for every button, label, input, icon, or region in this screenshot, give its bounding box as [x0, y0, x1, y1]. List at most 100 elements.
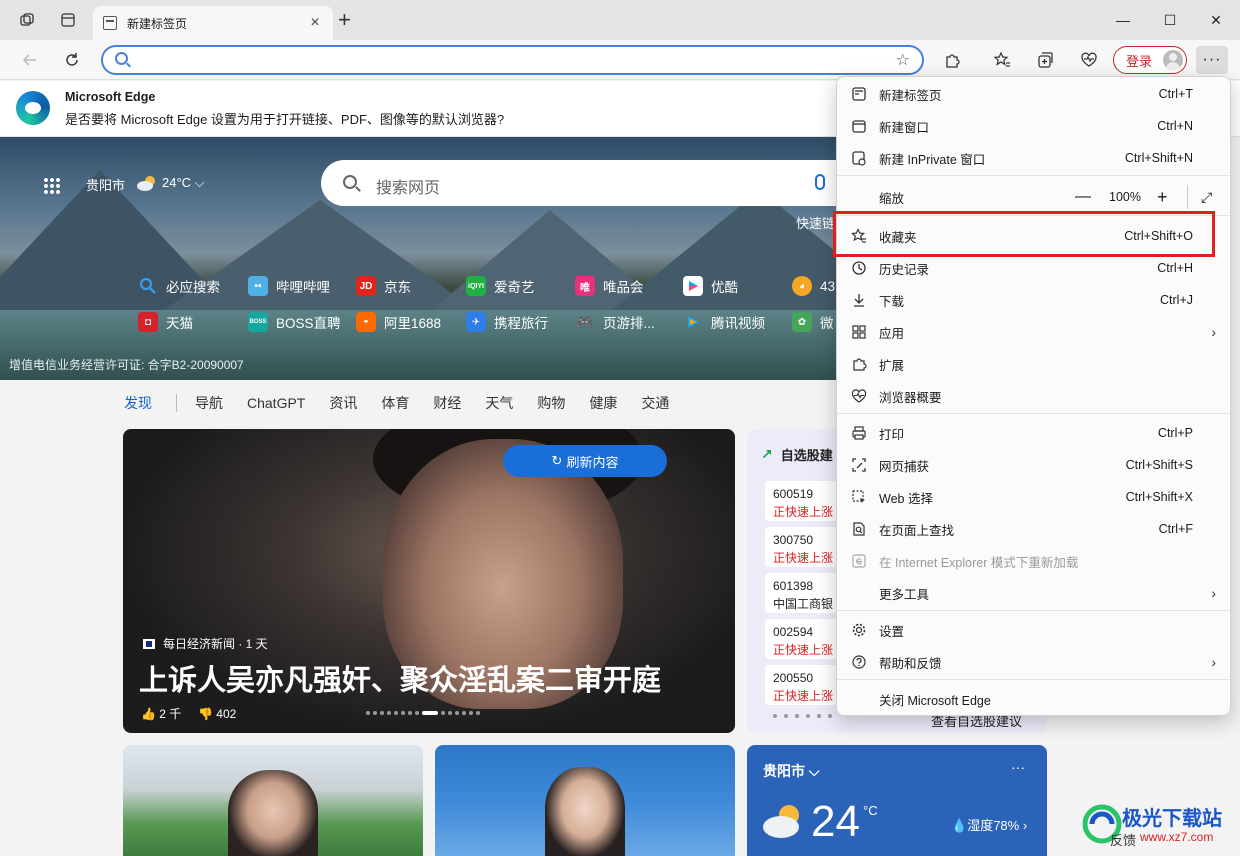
- tab-sports[interactable]: 体育: [381, 393, 409, 413]
- menu-item-close-edge[interactable]: 关闭 Microsoft Edge: [837, 683, 1230, 715]
- menu-item-new-inprivate[interactable]: 新建 InPrivate 窗口 Ctrl+Shift+N: [837, 142, 1230, 174]
- feedback-button[interactable]: 反馈: [1110, 830, 1136, 849]
- menu-item-web-select[interactable]: Web 选择 Ctrl+Shift+X: [837, 481, 1230, 513]
- article-headline[interactable]: 上诉人吴亦凡强奸、聚众淫乱案二审开庭: [139, 657, 661, 699]
- partly-cloudy-icon: [137, 176, 155, 191]
- menu-item-new-window[interactable]: 新建窗口 Ctrl+N: [837, 110, 1230, 142]
- menu-item-settings[interactable]: 设置: [837, 614, 1230, 646]
- login-button[interactable]: 登录: [1113, 46, 1187, 74]
- tab-health[interactable]: 健康: [589, 393, 617, 413]
- weather-card-city[interactable]: 贵阳市 ⌵: [763, 761, 820, 781]
- add-favorite-icon[interactable]: ☆: [896, 50, 910, 70]
- zoom-out-button[interactable]: —: [1075, 188, 1091, 206]
- quick-link-bilibili[interactable]: •• 哔哩哔哩: [248, 275, 330, 297]
- tab-news[interactable]: 资讯: [329, 393, 357, 413]
- headline-card[interactable]: ↻ 刷新内容 每日经济新闻 · 1 天 上诉人吴亦凡强奸、聚众淫乱案二审开庭 👍…: [123, 429, 735, 733]
- quick-link-ctrip[interactable]: ✈ 携程旅行: [466, 311, 548, 333]
- weather-card[interactable]: 贵阳市 ⌵ ··· 24 °C 💧湿度78% ›: [747, 745, 1047, 856]
- quick-link-boss[interactable]: BOSS BOSS直聘: [248, 311, 341, 333]
- quick-link-tencent-video[interactable]: 腾讯视频: [683, 311, 765, 333]
- like-icon[interactable]: 👍: [141, 707, 156, 721]
- new-tab-button[interactable]: +: [338, 9, 351, 31]
- extensions-icon[interactable]: [938, 48, 966, 72]
- quick-link-webgames[interactable]: 🎮 页游排...: [575, 311, 654, 333]
- menu-item-extensions[interactable]: 扩展: [837, 348, 1230, 380]
- back-icon[interactable]: [16, 48, 44, 72]
- address-input[interactable]: [135, 50, 875, 70]
- tab-new-tab[interactable]: 新建标签页 ×: [93, 6, 333, 40]
- print-icon: [850, 424, 868, 442]
- web-search-box[interactable]: 搜索网页: [321, 160, 836, 206]
- menu-item-browser-essentials[interactable]: 浏览器概要: [837, 380, 1230, 412]
- carousel-dots[interactable]: [366, 711, 480, 715]
- menu-item-shortcut: Ctrl+Shift+X: [1125, 490, 1193, 504]
- menu-item-label: 新建标签页: [879, 88, 942, 103]
- ctrip-icon: ✈: [466, 312, 486, 332]
- extensions-icon: [850, 355, 868, 373]
- favorites-icon[interactable]: [988, 48, 1016, 72]
- quick-link-tmall[interactable]: ◘ 天猫: [138, 311, 193, 333]
- settings-and-more-button[interactable]: ···: [1196, 46, 1228, 74]
- address-bar[interactable]: ☆: [101, 45, 924, 75]
- quick-link-label: 哔哩哔哩: [276, 280, 330, 295]
- minimize-button[interactable]: —: [1103, 8, 1143, 32]
- weather-city[interactable]: 贵阳市: [86, 175, 125, 194]
- quick-link-wei[interactable]: ✿ 微: [792, 311, 834, 333]
- tab-traffic[interactable]: 交通: [641, 393, 669, 413]
- workspaces-icon[interactable]: [17, 10, 37, 30]
- news-card-image[interactable]: [435, 745, 735, 856]
- hero-background: 贵阳市 24°C ⌵ 搜索网页 快速链 必应搜索 •• 哔哩哔哩 JD 京东 i…: [0, 137, 836, 380]
- watermark-name: 极光下载站: [1122, 808, 1222, 830]
- menu-item-label: 应用: [879, 326, 905, 341]
- tab-navigation[interactable]: 导航: [195, 393, 223, 413]
- menu-item-new-tab[interactable]: 新建标签页 Ctrl+T: [837, 78, 1230, 110]
- quick-link-1688[interactable]: ◓ 阿里1688: [356, 311, 441, 333]
- tab-chatgpt[interactable]: ChatGPT: [247, 395, 305, 411]
- menu-item-shortcut: Ctrl+H: [1157, 261, 1193, 275]
- quick-links-label[interactable]: 快速链: [796, 213, 835, 232]
- quick-link-iqiyi[interactable]: iQIYI 爱奇艺: [466, 275, 535, 297]
- refresh-content-button[interactable]: ↻ 刷新内容: [503, 445, 667, 477]
- apps-grid-icon[interactable]: [43, 177, 61, 195]
- maximize-button[interactable]: ☐: [1150, 8, 1190, 32]
- quick-link-label: 唯品会: [603, 280, 644, 295]
- microphone-icon[interactable]: [815, 174, 825, 190]
- refresh-icon[interactable]: [58, 48, 86, 72]
- find-on-page-icon: [850, 520, 868, 538]
- tab-close-icon[interactable]: ×: [307, 14, 323, 32]
- feed-nav: 发现 导航 ChatGPT 资讯 体育 财经 天气 购物 健康 交通: [124, 391, 693, 415]
- dislike-icon[interactable]: 👎: [198, 707, 213, 721]
- search-icon: [115, 52, 128, 65]
- tab-finance[interactable]: 财经: [433, 393, 461, 413]
- weather-more-icon[interactable]: ···: [1011, 759, 1025, 775]
- quick-link-youku[interactable]: 优酷: [683, 275, 738, 297]
- news-card-image[interactable]: [123, 745, 423, 856]
- quick-link-jd[interactable]: JD 京东: [356, 275, 411, 297]
- source-logo-icon: [143, 638, 155, 649]
- close-window-button[interactable]: ✕: [1196, 8, 1236, 32]
- zoom-in-button[interactable]: +: [1157, 187, 1168, 208]
- tab-weather[interactable]: 天气: [485, 393, 513, 413]
- weather-temperature-value: 24°C: [162, 175, 192, 190]
- article-source[interactable]: 每日经济新闻 · 1 天: [143, 635, 268, 652]
- collections-icon[interactable]: [1031, 48, 1059, 72]
- stock-carousel-dots[interactable]: [773, 714, 832, 718]
- menu-item-print[interactable]: 打印 Ctrl+P: [837, 417, 1230, 449]
- quick-link-label: 腾讯视频: [711, 316, 765, 331]
- vertical-tabs-icon[interactable]: [58, 10, 78, 30]
- menu-item-apps[interactable]: 应用 ›: [837, 316, 1230, 348]
- quick-link-vip[interactable]: 唯 唯品会: [575, 275, 644, 297]
- fullscreen-icon[interactable]: ⤢: [1201, 189, 1212, 206]
- menu-item-find-on-page[interactable]: 在页面上查找 Ctrl+F: [837, 513, 1230, 545]
- tab-discover[interactable]: 发现: [124, 393, 152, 413]
- menu-item-web-capture[interactable]: 网页捕获 Ctrl+Shift+S: [837, 449, 1230, 481]
- menu-item-downloads[interactable]: 下载 Ctrl+J: [837, 284, 1230, 316]
- browser-essentials-icon[interactable]: [1075, 48, 1103, 72]
- menu-item-more-tools[interactable]: 更多工具 ›: [837, 577, 1230, 609]
- weather-temperature[interactable]: 24°C ⌵: [162, 175, 205, 191]
- quick-link-bing[interactable]: 必应搜索: [138, 275, 220, 297]
- tab-shopping[interactable]: 购物: [537, 393, 565, 413]
- menu-item-help-feedback[interactable]: 帮助和反馈 ›: [837, 646, 1230, 678]
- inprivate-icon: [850, 149, 868, 167]
- quick-link-4399[interactable]: ◕ 43: [792, 275, 835, 297]
